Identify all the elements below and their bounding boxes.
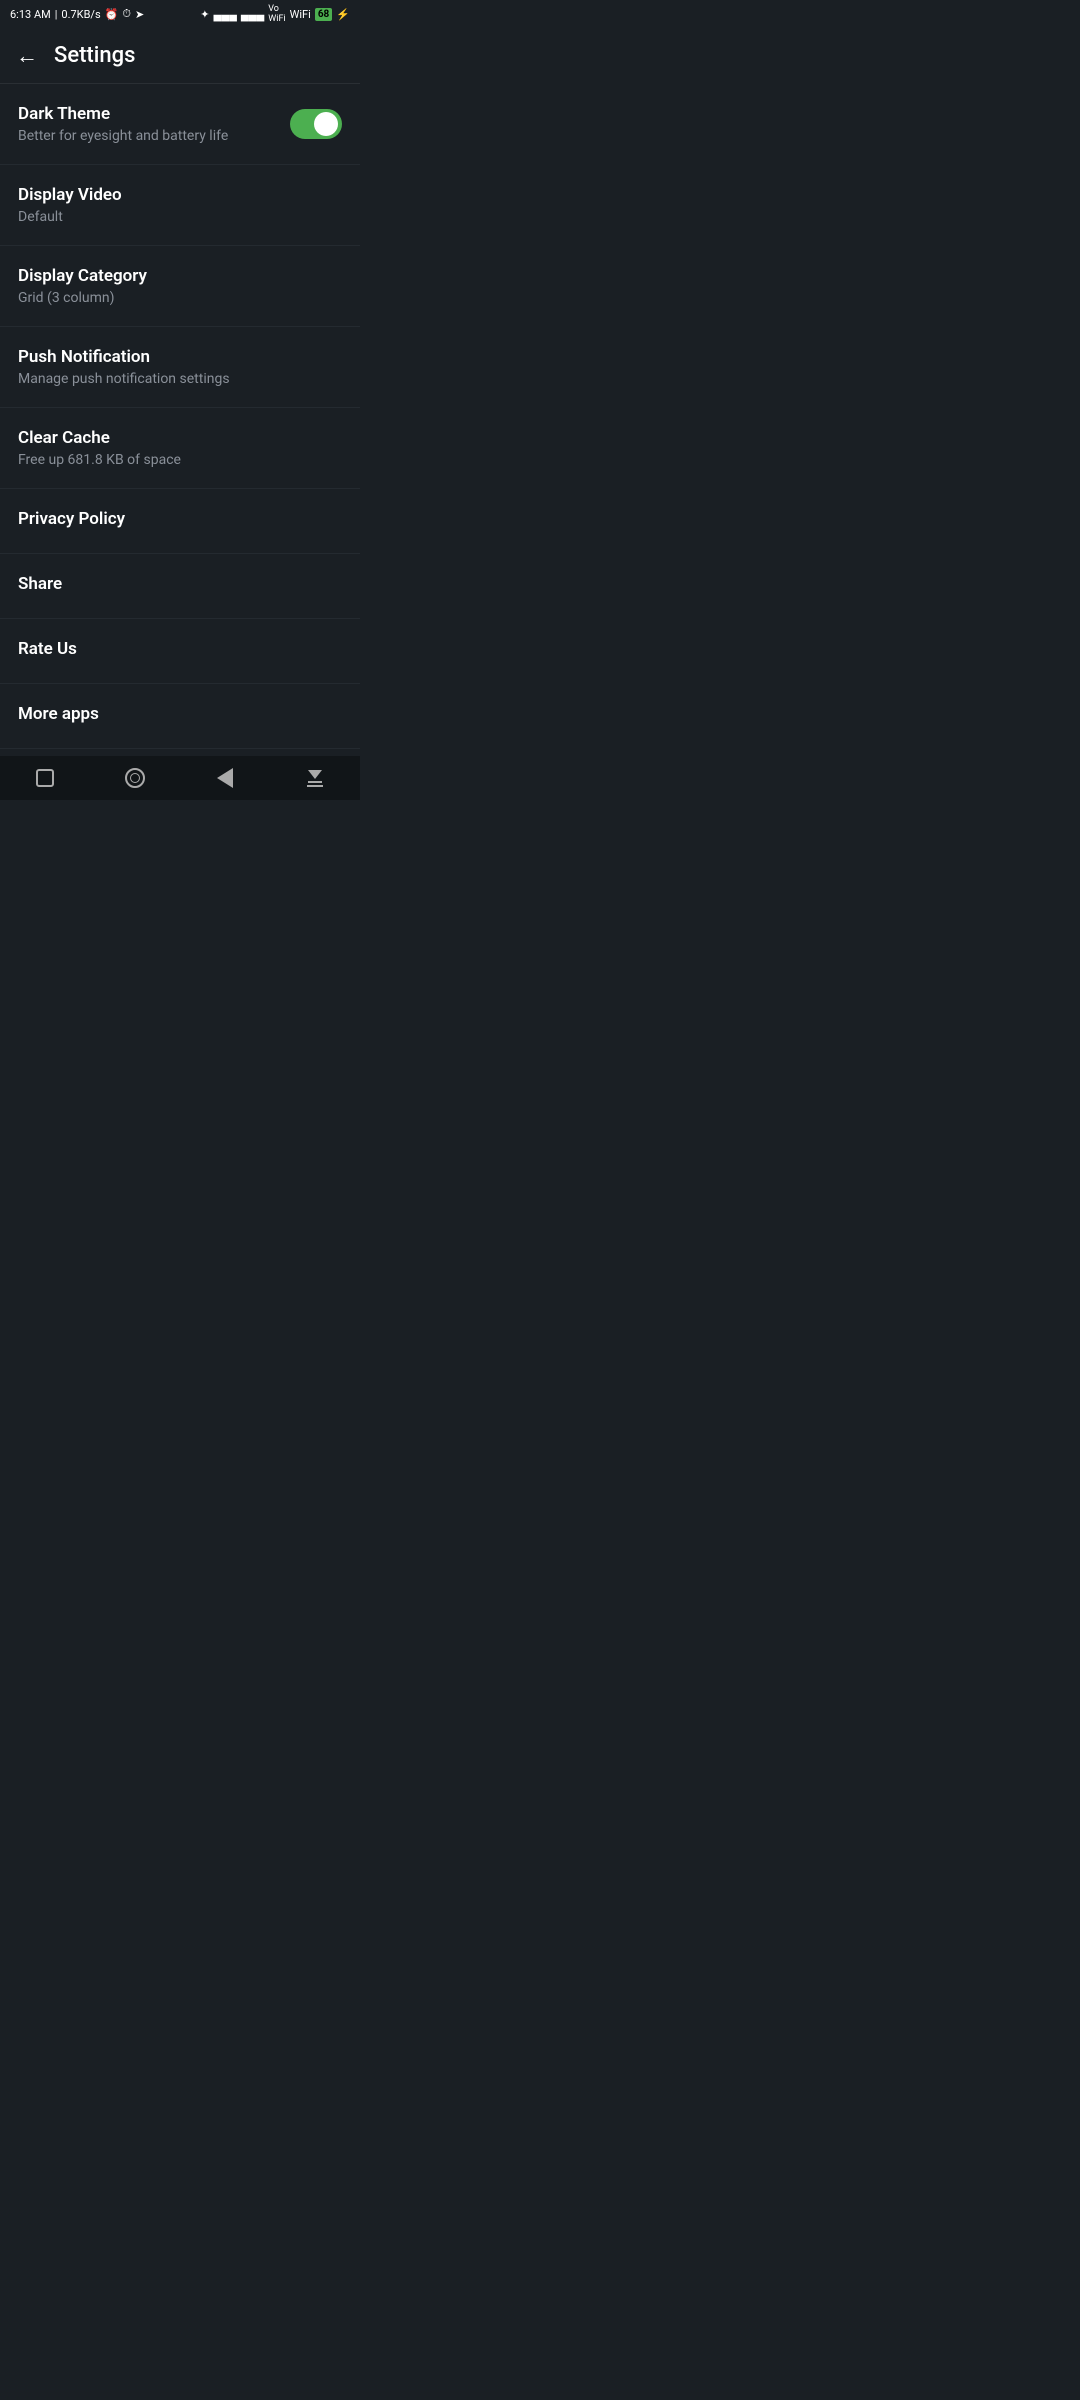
back-button-nav[interactable] — [213, 766, 237, 790]
charging-icon: ⚡ — [336, 8, 350, 21]
display-category-title: Display Category — [18, 266, 342, 286]
settings-item-privacy-policy[interactable]: Privacy Policy — [0, 489, 360, 554]
bluetooth-icon: ✦ — [200, 8, 209, 21]
settings-list: Dark Theme Better for eyesight and batter… — [0, 84, 360, 756]
page-title: Settings — [54, 43, 135, 68]
location-icon: ➤ — [135, 8, 144, 21]
download-icon — [307, 770, 323, 787]
separator: | — [55, 8, 58, 21]
status-right: ✦ ▄▄▄ ▄▄▄ VoWiFi WiFi 68 ⚡ — [200, 4, 350, 24]
back-button[interactable]: ← — [16, 43, 38, 69]
battery-indicator: 68 — [315, 8, 332, 21]
display-video-title: Display Video — [18, 185, 342, 205]
display-video-subtitle: Default — [18, 209, 342, 225]
header: ← Settings — [0, 28, 360, 84]
settings-item-more-apps[interactable]: More apps — [0, 684, 360, 749]
recents-button[interactable] — [33, 766, 57, 790]
settings-item-push-notification[interactable]: Push Notification Manage push notificatio… — [0, 327, 360, 408]
triangle-icon — [217, 768, 233, 788]
square-icon — [36, 769, 54, 787]
rate-us-title: Rate Us — [18, 639, 342, 659]
vowifi-icon: VoWiFi — [268, 4, 285, 24]
screenshot-button[interactable] — [303, 766, 327, 790]
more-apps-title: More apps — [18, 704, 342, 724]
dark-theme-subtitle: Better for eyesight and battery life — [18, 128, 290, 144]
dark-theme-title: Dark Theme — [18, 104, 290, 124]
settings-item-rate-us[interactable]: Rate Us — [0, 619, 360, 684]
settings-item-display-video[interactable]: Display Video Default — [0, 165, 360, 246]
push-notification-subtitle: Manage push notification settings — [18, 371, 342, 387]
dark-theme-toggle[interactable] — [290, 109, 342, 139]
push-notification-title: Push Notification — [18, 347, 342, 367]
signal-icon-1: ▄▄▄ — [213, 8, 236, 21]
settings-item-about[interactable]: About — [0, 749, 360, 756]
home-button[interactable] — [123, 766, 147, 790]
bottom-nav — [0, 756, 360, 800]
privacy-policy-title: Privacy Policy — [18, 509, 342, 529]
speed-label: 0.7KB/s — [61, 8, 100, 21]
settings-item-dark-theme[interactable]: Dark Theme Better for eyesight and batter… — [0, 84, 360, 165]
status-bar: 6:13 AM | 0.7KB/s ⏰ ⏱ ➤ ✦ ▄▄▄ ▄▄▄ VoWiFi… — [0, 0, 360, 28]
share-title: Share — [18, 574, 342, 594]
settings-item-display-category[interactable]: Display Category Grid (3 column) — [0, 246, 360, 327]
circle-icon — [125, 768, 145, 788]
alarm-icon: ⏰ — [105, 8, 119, 21]
clear-cache-subtitle: Free up 681.8 KB of space — [18, 452, 342, 468]
settings-item-clear-cache[interactable]: Clear Cache Free up 681.8 KB of space — [0, 408, 360, 489]
signal-icon-2: ▄▄▄ — [241, 8, 264, 21]
time-label: 6:13 AM — [10, 8, 51, 21]
clock-icon: ⏱ — [122, 7, 131, 21]
clear-cache-title: Clear Cache — [18, 428, 342, 448]
display-category-subtitle: Grid (3 column) — [18, 290, 342, 306]
wifi-icon: WiFi — [290, 8, 311, 21]
status-left: 6:13 AM | 0.7KB/s ⏰ ⏱ ➤ — [10, 7, 144, 21]
dark-theme-slider — [290, 109, 342, 139]
settings-item-share[interactable]: Share — [0, 554, 360, 619]
